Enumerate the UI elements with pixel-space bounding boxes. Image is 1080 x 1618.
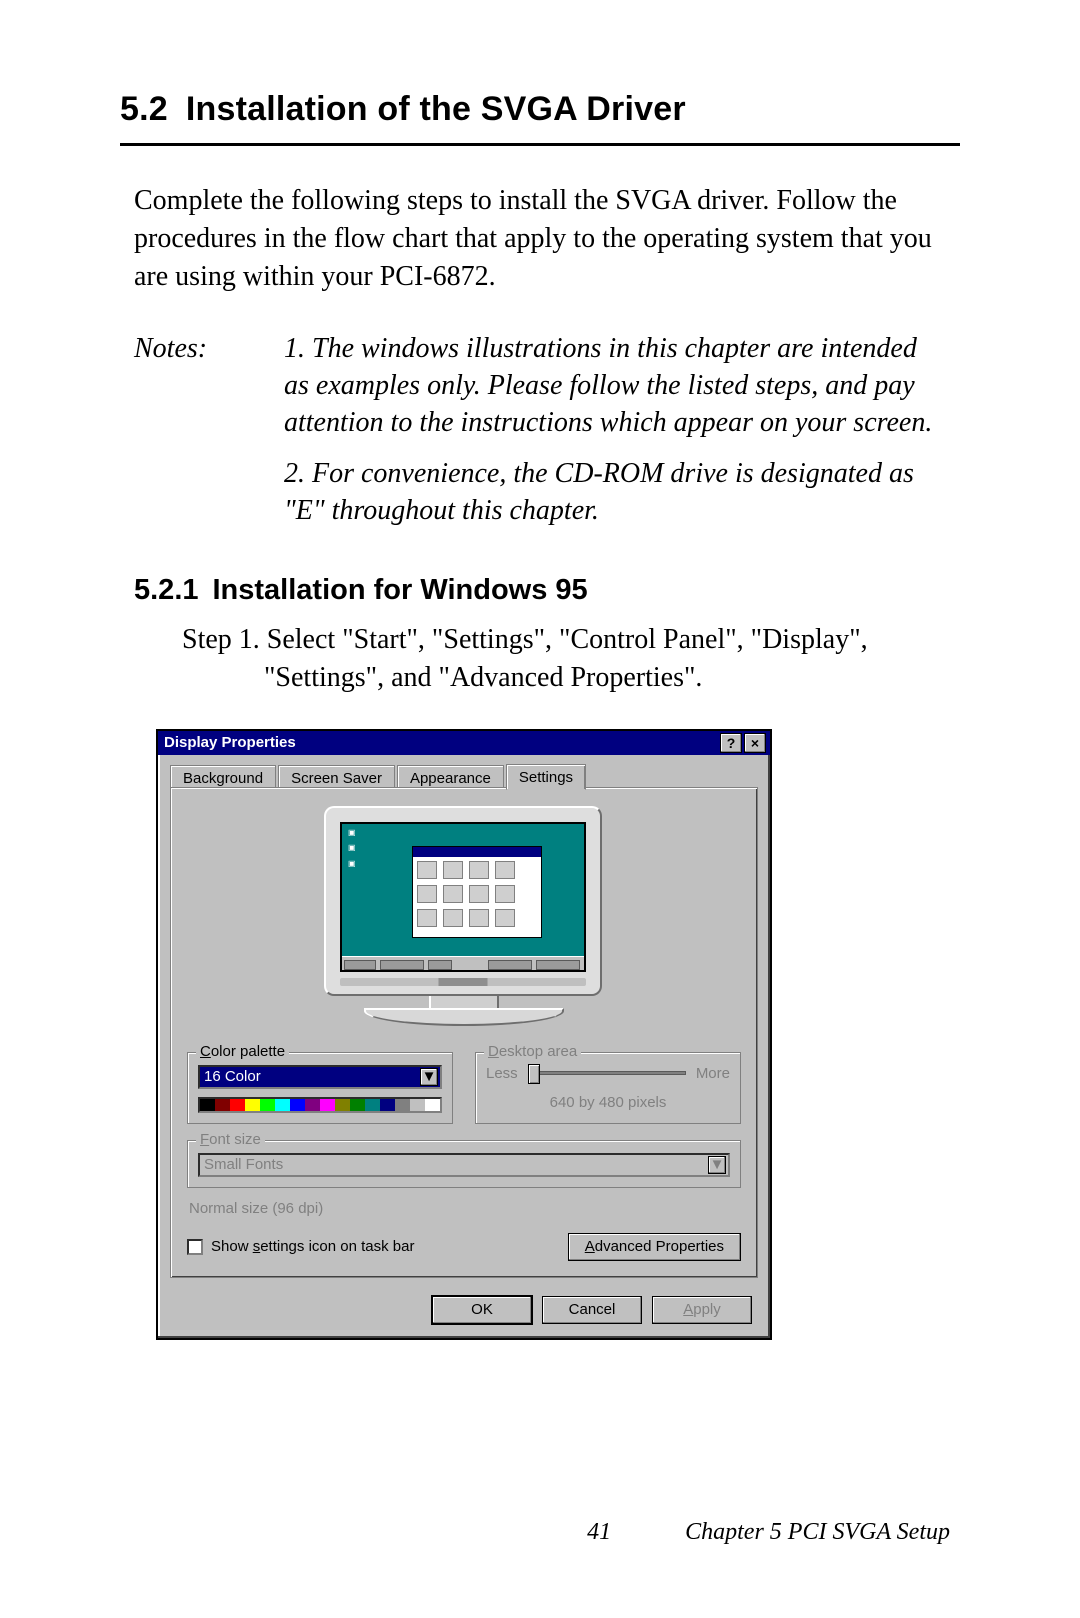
display-properties-dialog: Display Properties ? × Background Screen…	[156, 729, 772, 1340]
section-title: Installation of the SVGA Driver	[186, 90, 686, 128]
page-number: 41	[587, 1519, 611, 1546]
palette-swatch	[245, 1099, 260, 1111]
apply-button[interactable]: Apply	[652, 1296, 752, 1324]
advanced-properties-button[interactable]: Advanced Properties	[568, 1233, 741, 1261]
cancel-button[interactable]: Cancel	[542, 1296, 642, 1324]
document-page: 5.2 Installation of the SVGA Driver Compl…	[0, 0, 1080, 1618]
settings-mid-row: Color palette 16 Color ▼ Desktop area Le…	[187, 1044, 741, 1124]
color-palette-value: 16 Color	[204, 1068, 261, 1085]
dpi-label: Normal size (96 dpi)	[189, 1200, 739, 1217]
subsection-number: 5.2.1	[134, 574, 199, 606]
subsection-title: Installation for Windows 95	[213, 574, 588, 606]
palette-swatch	[380, 1099, 395, 1111]
font-size-group: Font size Small Fonts ▼	[187, 1140, 741, 1188]
checkbox-box[interactable]	[187, 1239, 203, 1255]
color-palette-label: Color palette	[196, 1043, 289, 1060]
subsection-heading: 5.2.1 Installation for Windows 95	[134, 574, 946, 607]
page-footer: 41 Chapter 5 PCI SVGA Setup	[0, 1519, 1080, 1546]
monitor-bezel: ▣▣▣	[324, 806, 602, 996]
palette-swatch	[215, 1099, 230, 1111]
palette-swatch	[275, 1099, 290, 1111]
dropdown-arrow-icon: ▼	[420, 1068, 438, 1086]
tab-strip: Background Screen Saver Appearance Setti…	[170, 763, 758, 789]
notes-block: Notes: 1. The windows illustrations in t…	[134, 331, 946, 544]
slider-thumb[interactable]	[528, 1064, 540, 1084]
chapter-label: Chapter 5 PCI SVGA Setup	[685, 1519, 950, 1546]
desktop-icons: ▣▣▣	[348, 828, 356, 875]
intro-paragraph: Complete the following steps to install …	[134, 182, 946, 295]
palette-swatch	[260, 1099, 275, 1111]
palette-swatch	[395, 1099, 410, 1111]
monitor-led-bar	[340, 978, 586, 986]
palette-swatch	[365, 1099, 380, 1111]
dialog-button-row: OK Cancel Apply	[170, 1288, 758, 1326]
color-palette-select[interactable]: 16 Color ▼	[198, 1065, 442, 1089]
font-size-value: Small Fonts	[204, 1156, 283, 1173]
show-settings-checkbox[interactable]: Show settings icon on task bar	[187, 1238, 414, 1255]
step-1: Step 1. Select "Start", "Settings", "Con…	[134, 621, 946, 697]
note-item: 1. The windows illustrations in this cha…	[284, 331, 946, 442]
tab-settings[interactable]: Settings	[506, 764, 586, 790]
palette-strip	[198, 1097, 442, 1113]
preview-taskbar	[342, 956, 584, 970]
preview-window	[412, 846, 542, 938]
palette-swatch	[305, 1099, 320, 1111]
desktop-area-label: Desktop area	[484, 1043, 581, 1060]
palette-swatch	[425, 1099, 440, 1111]
slider-more-label: More	[696, 1065, 730, 1082]
palette-swatch	[290, 1099, 305, 1111]
section-number: 5.2	[120, 90, 168, 128]
palette-swatch	[230, 1099, 245, 1111]
resolution-label: 640 by 480 pixels	[486, 1094, 730, 1111]
checkbox-label: Show settings icon on task bar	[211, 1238, 414, 1255]
font-size-select[interactable]: Small Fonts ▼	[198, 1153, 730, 1177]
monitor-preview: ▣▣▣	[187, 806, 741, 1026]
dropdown-arrow-icon: ▼	[708, 1156, 726, 1174]
dialog-title: Display Properties	[164, 734, 296, 751]
palette-swatch	[320, 1099, 335, 1111]
settings-bottom-row: Show settings icon on task bar Advanced …	[187, 1233, 741, 1261]
titlebar[interactable]: Display Properties ? ×	[158, 731, 770, 755]
desktop-area-slider-row: Less More	[486, 1065, 730, 1082]
monitor-screen: ▣▣▣	[340, 822, 586, 972]
palette-swatch	[335, 1099, 350, 1111]
desktop-area-slider[interactable]	[528, 1071, 686, 1075]
palette-swatch	[350, 1099, 365, 1111]
ok-button[interactable]: OK	[432, 1296, 532, 1324]
close-button[interactable]: ×	[744, 733, 766, 753]
notes-body: 1. The windows illustrations in this cha…	[284, 331, 946, 544]
font-size-label: Font size	[196, 1131, 265, 1148]
help-button[interactable]: ?	[720, 733, 742, 753]
settings-tab-page: ▣▣▣	[170, 787, 758, 1278]
desktop-area-group: Desktop area Less More 640 by 480 pixels	[475, 1052, 741, 1124]
slider-less-label: Less	[486, 1065, 518, 1082]
dialog-client: Background Screen Saver Appearance Setti…	[158, 755, 770, 1338]
palette-swatch	[410, 1099, 425, 1111]
palette-swatch	[200, 1099, 215, 1111]
color-palette-group: Color palette 16 Color ▼	[187, 1052, 453, 1124]
monitor-stand-base	[364, 1008, 564, 1026]
section-heading: 5.2 Installation of the SVGA Driver	[120, 90, 960, 146]
note-item: 2. For convenience, the CD-ROM drive is …	[284, 456, 946, 530]
notes-label: Notes:	[134, 331, 224, 544]
